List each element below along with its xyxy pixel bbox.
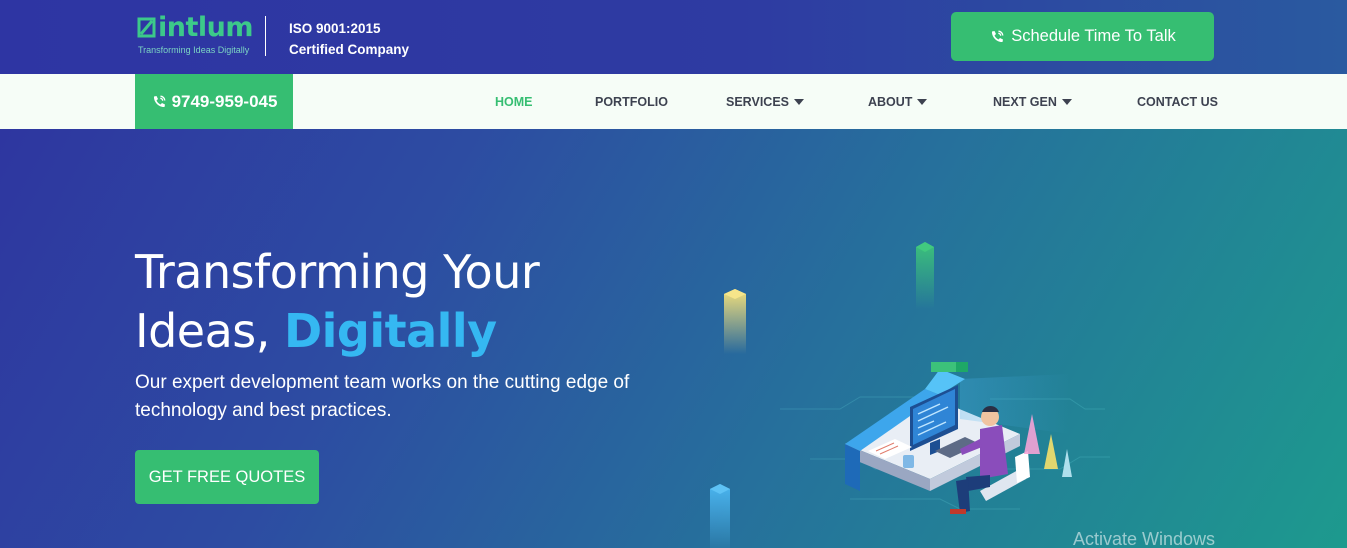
phone-number-button[interactable]: 9749-959-045 (135, 74, 293, 129)
hero-title-line1: Transforming Your (135, 245, 540, 299)
caret-down-icon (794, 99, 804, 105)
logo-square-icon (137, 17, 156, 38)
nav-services-label: SERVICES (726, 94, 789, 109)
nav-portfolio-label: PORTFOLIO (595, 94, 668, 109)
schedule-call-label: Schedule Time To Talk (1011, 27, 1176, 45)
activate-windows-watermark: Activate Windows (1073, 529, 1216, 548)
floating-pillar-green (916, 242, 934, 309)
get-free-quotes-button[interactable]: GET FREE QUOTES (135, 450, 319, 504)
iso-line: ISO 9001:2015 (289, 21, 381, 36)
mug (903, 455, 914, 468)
hero-title-accent: Digitally (283, 304, 497, 358)
hero-section: Transforming Your Ideas, Digitally Our e… (0, 129, 1347, 548)
schedule-call-button[interactable]: Schedule Time To Talk (951, 12, 1214, 61)
header-divider (265, 16, 266, 56)
phone-ringing-icon (992, 30, 1004, 42)
nav-about-label: ABOUT (868, 94, 913, 109)
get-free-quotes-label: GET FREE QUOTES (148, 467, 306, 486)
hero-title-prefix: Ideas, (135, 304, 284, 358)
floating-pillar-yellow (724, 289, 746, 354)
nav-home-label: HOME (495, 94, 533, 109)
iso-certification: ISO 9001:2015 Certified Company (289, 18, 409, 60)
logo-wordmark: intlum (137, 12, 254, 43)
nav-next-gen[interactable]: NEXT GEN (993, 74, 1072, 129)
nav-services[interactable]: SERVICES (726, 74, 804, 129)
developer-at-desk-illustration (710, 242, 1110, 548)
main-nav: 9749-959-045 HOME PORTFOLIO SERVICES ABO… (0, 74, 1347, 129)
phone-number: 9749-959-045 (171, 91, 278, 111)
certified-line: Certified Company (289, 42, 410, 57)
nav-portfolio[interactable]: PORTFOLIO (595, 74, 668, 129)
caret-down-icon (1061, 99, 1072, 105)
site-logo[interactable]: intlum Transforming Ideas Digitally (137, 12, 259, 58)
hero-subtitle: Our expert development team works on the… (135, 372, 630, 421)
top-header: intlum Transforming Ideas Digitally ISO … (0, 0, 1347, 74)
caret-down-icon (917, 99, 928, 105)
floating-pillar-blue (710, 484, 730, 548)
logo-tagline: Transforming Ideas Digitally (138, 45, 250, 55)
nav-next-gen-label: NEXT GEN (993, 94, 1057, 109)
hero-title: Transforming Your Ideas, Digitally (135, 243, 540, 361)
hero-title-line2: Ideas, Digitally (135, 302, 539, 361)
nav-home[interactable]: HOME (495, 74, 533, 129)
nav-contact-us[interactable]: CONTACT US (1137, 74, 1218, 129)
nav-about[interactable]: ABOUT (868, 74, 928, 129)
phone-ringing-icon (153, 95, 166, 107)
nav-contact-label: CONTACT US (1137, 94, 1219, 109)
